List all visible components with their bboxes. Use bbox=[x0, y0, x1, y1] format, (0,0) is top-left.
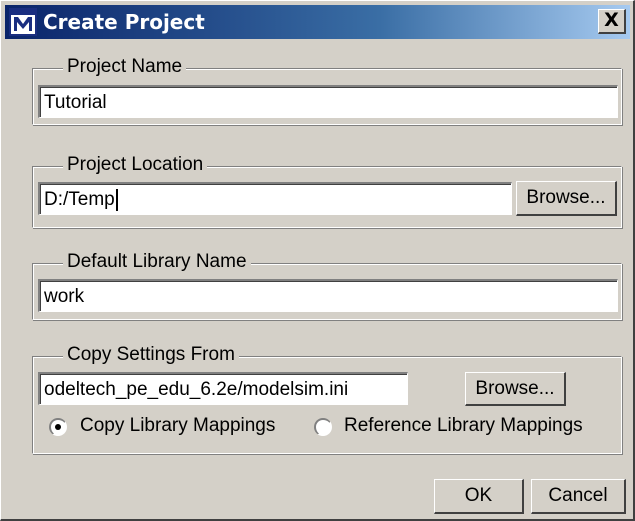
project-name-input[interactable]: Tutorial bbox=[38, 85, 618, 118]
default-library-input[interactable]: work bbox=[38, 279, 618, 312]
text-caret bbox=[115, 188, 118, 211]
modelsim-logo-icon bbox=[9, 8, 37, 36]
project-location-browse-button[interactable]: Browse... bbox=[516, 181, 617, 216]
copy-settings-legend: Copy Settings From bbox=[63, 344, 239, 366]
copy-library-mappings-label[interactable]: Copy Library Mappings bbox=[80, 415, 275, 437]
reference-library-mappings-label[interactable]: Reference Library Mappings bbox=[344, 415, 583, 437]
cancel-button[interactable]: Cancel bbox=[531, 479, 626, 514]
copy-settings-browse-button[interactable]: Browse... bbox=[465, 372, 566, 406]
create-project-dialog: Create Project X Project Name Tutorial P… bbox=[0, 0, 635, 521]
close-button[interactable]: X bbox=[598, 9, 626, 34]
project-name-legend: Project Name bbox=[63, 56, 187, 78]
default-library-legend: Default Library Name bbox=[63, 251, 251, 273]
project-location-value: D:/Temp bbox=[44, 189, 115, 210]
ok-button[interactable]: OK bbox=[434, 479, 524, 514]
title-bar[interactable]: Create Project X bbox=[5, 5, 630, 39]
reference-library-mappings-radio[interactable] bbox=[314, 418, 332, 436]
copy-settings-input[interactable]: odeltech_pe_edu_6.2e/modelsim.ini bbox=[38, 372, 408, 405]
copy-library-mappings-radio[interactable] bbox=[49, 418, 67, 436]
project-location-input[interactable]: D:/Temp bbox=[38, 182, 512, 215]
radio-selected-dot bbox=[55, 424, 61, 430]
project-location-legend: Project Location bbox=[63, 154, 208, 176]
dialog-title: Create Project bbox=[43, 10, 205, 34]
